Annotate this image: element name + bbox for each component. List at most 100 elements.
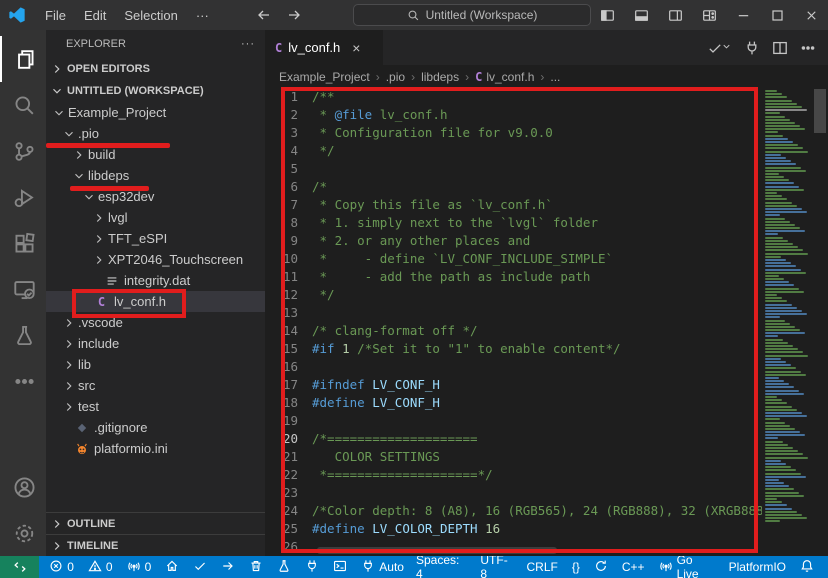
- status-eol[interactable]: CRLF: [521, 556, 564, 578]
- code-line-5: 5: [265, 160, 762, 178]
- split-editor-icon[interactable]: [772, 40, 788, 56]
- customize-layout-icon[interactable]: [692, 0, 726, 30]
- toggle-panel-icon[interactable]: [624, 0, 658, 30]
- status-warnings[interactable]: 0: [82, 556, 119, 578]
- close-icon[interactable]: ×: [352, 40, 360, 56]
- minimap-line: [765, 482, 784, 484]
- tree-item-example-project[interactable]: Example_Project: [46, 102, 265, 123]
- breadcrumb-item[interactable]: .pio: [386, 70, 405, 84]
- plug-icon[interactable]: [744, 40, 760, 56]
- activity-extensions[interactable]: [0, 220, 46, 266]
- tree-item-lvgl[interactable]: lvgl: [46, 207, 265, 228]
- menu-selection[interactable]: Selection: [115, 4, 186, 27]
- tree-item--vscode[interactable]: .vscode: [46, 312, 265, 333]
- vertical-scrollbar[interactable]: [812, 88, 828, 556]
- platformio-file-icon: [74, 441, 89, 456]
- tree-item-test[interactable]: test: [46, 396, 265, 417]
- line-number: 5: [265, 160, 312, 178]
- status-pio-port-auto[interactable]: Auto: [355, 556, 410, 578]
- activity-settings[interactable]: [0, 510, 46, 556]
- tree-item-esp32dev[interactable]: esp32dev: [46, 186, 265, 207]
- minimap-line: [765, 418, 780, 420]
- maximize-button[interactable]: [760, 0, 794, 30]
- back-arrow-icon[interactable]: [256, 7, 272, 23]
- tree-item--pio[interactable]: .pio: [46, 123, 265, 144]
- status-formatter[interactable]: {}: [566, 556, 586, 578]
- menu-[interactable]: ···: [187, 4, 218, 27]
- breadcrumb-label: Example_Project: [279, 70, 370, 84]
- status-language-mode[interactable]: C++: [616, 556, 651, 578]
- status-port-indicator[interactable]: 0: [121, 556, 158, 578]
- activity-more-views[interactable]: [0, 358, 46, 404]
- scrollbar-thumb[interactable]: [814, 89, 826, 133]
- status-pio-terminal[interactable]: [327, 556, 353, 578]
- minimap-line: [765, 495, 804, 497]
- close-button[interactable]: [794, 0, 828, 30]
- status-indentation[interactable]: Spaces: 4: [410, 556, 472, 578]
- activity-account[interactable]: [0, 464, 46, 510]
- tree-item-platformio-ini[interactable]: platformio.ini: [46, 438, 265, 459]
- activity-search[interactable]: [0, 82, 46, 128]
- toggle-secondary-sidebar-icon[interactable]: [658, 0, 692, 30]
- forward-arrow-icon[interactable]: [286, 7, 302, 23]
- minimap-line: [765, 431, 800, 433]
- line-number: 23: [265, 484, 312, 502]
- toggle-sidebar-icon[interactable]: [590, 0, 624, 30]
- sidebar-more-actions[interactable]: ···: [241, 38, 255, 50]
- status-pio-upload[interactable]: [215, 556, 241, 578]
- section-timeline[interactable]: TIMELINE: [46, 534, 265, 556]
- breadcrumb-item[interactable]: Clv_conf.h: [475, 70, 534, 84]
- vscode-window: FileEditSelection··· Untitled (Workspace…: [0, 0, 828, 578]
- status-pio-serial-monitor[interactable]: [299, 556, 325, 578]
- bell-icon: [800, 559, 814, 576]
- section-outline[interactable]: OUTLINE: [46, 512, 265, 534]
- tree-item-libdeps[interactable]: libdeps: [46, 165, 265, 186]
- tree-item-xpt2046-touchscreen[interactable]: XPT2046_Touchscreen: [46, 249, 265, 270]
- tree-item-lv-conf-h[interactable]: Clv_conf.h: [46, 291, 265, 312]
- minimap-line: [765, 488, 794, 490]
- tab-lv-conf-h[interactable]: C lv_conf.h ×: [265, 30, 383, 65]
- menu-file[interactable]: File: [36, 4, 75, 27]
- status-encoding[interactable]: UTF-8: [474, 556, 518, 578]
- breadcrumb-item[interactable]: libdeps: [421, 70, 459, 84]
- activity-explorer[interactable]: [0, 36, 46, 82]
- status-pio-test[interactable]: [271, 556, 297, 578]
- activity-run-debug[interactable]: [0, 174, 46, 220]
- code-text: */: [312, 286, 335, 304]
- minimap[interactable]: [762, 88, 812, 556]
- status-intellisense-sync[interactable]: [588, 556, 614, 578]
- activity-remote-explorer[interactable]: [0, 266, 46, 312]
- status-remote-indicator[interactable]: [0, 556, 39, 578]
- status-errors[interactable]: 0: [43, 556, 80, 578]
- tree-item-tft-espi[interactable]: TFT_eSPI: [46, 228, 265, 249]
- status-platformio[interactable]: PlatformIO: [723, 556, 792, 578]
- more-actions-icon[interactable]: [800, 40, 816, 56]
- minimap-line: [765, 396, 777, 398]
- command-center-search[interactable]: Untitled (Workspace): [353, 4, 591, 26]
- tree-item-include[interactable]: include: [46, 333, 265, 354]
- run-check-icon[interactable]: [707, 39, 732, 57]
- status-notifications[interactable]: [794, 556, 820, 578]
- minimize-button[interactable]: [726, 0, 760, 30]
- activity-source-control[interactable]: [0, 128, 46, 174]
- menu-edit[interactable]: Edit: [75, 4, 115, 27]
- tree-item-integrity-dat[interactable]: integrity.dat: [46, 270, 265, 291]
- horizontal-scrollbar[interactable]: [317, 547, 557, 554]
- tree-item-src[interactable]: src: [46, 375, 265, 396]
- activity-platformio-test[interactable]: [0, 312, 46, 358]
- tree-item-lib[interactable]: lib: [46, 354, 265, 375]
- section-open-editors[interactable]: OPEN EDITORS: [46, 58, 265, 80]
- minimap-line: [765, 249, 803, 251]
- section-workspace[interactable]: UNTITLED (WORKSPACE): [46, 80, 265, 102]
- status-pio-build[interactable]: [187, 556, 213, 578]
- tree-item--gitignore[interactable]: .gitignore: [46, 417, 265, 438]
- status-pio-clean[interactable]: [243, 556, 269, 578]
- minimap-line: [765, 466, 791, 468]
- breadcrumb-item[interactable]: ...: [550, 70, 560, 84]
- status-go-live[interactable]: Go Live: [653, 556, 721, 578]
- chevron-right-icon: [92, 232, 106, 246]
- tree-item-build[interactable]: build: [46, 144, 265, 165]
- breadcrumb-item[interactable]: Example_Project: [279, 70, 370, 84]
- status-pio-home[interactable]: [159, 556, 185, 578]
- code-area[interactable]: 1/**2 * @file lv_conf.h3 * Configuration…: [265, 88, 828, 556]
